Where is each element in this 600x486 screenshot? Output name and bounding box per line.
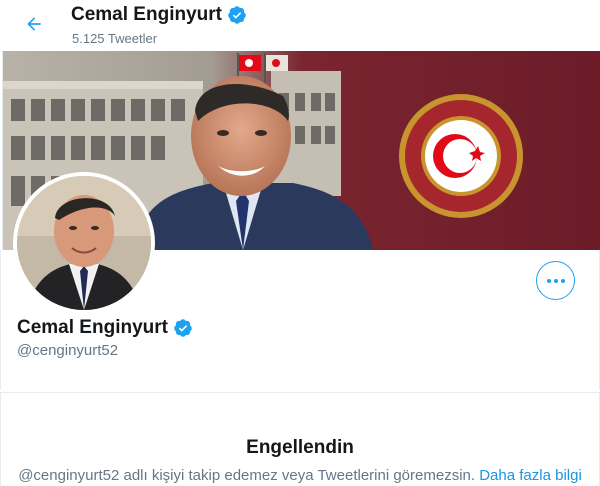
header-title: Cemal Enginyurt xyxy=(71,4,247,26)
blocked-message-text: @cenginyurt52 adlı kişiyi takip edemez v… xyxy=(18,467,476,484)
arrow-left-icon xyxy=(27,17,41,31)
header-name-text: Cemal Enginyurt xyxy=(71,4,222,25)
profile-header: Cemal Enginyurt 5.125 Tweetler xyxy=(0,0,600,51)
profile-name: Cemal Enginyurt xyxy=(17,317,193,339)
more-horizontal-icon xyxy=(546,278,565,283)
verified-badge-icon xyxy=(228,6,246,24)
blocked-message: @cenginyurt52 adlı kişiyi takip edemez v… xyxy=(0,467,600,484)
profile-name-text: Cemal Enginyurt xyxy=(17,317,168,338)
tweet-count: 5.125 Tweetler xyxy=(72,31,158,46)
learn-more-link[interactable]: Daha fazla bilgi xyxy=(479,467,582,484)
profile-handle: @cenginyurt52 xyxy=(17,342,119,359)
more-options-button[interactable] xyxy=(536,261,575,300)
blocked-title: Engellendin xyxy=(246,437,354,458)
profile-avatar[interactable] xyxy=(13,172,155,314)
back-button[interactable] xyxy=(19,9,49,39)
verified-badge-icon xyxy=(174,319,192,337)
